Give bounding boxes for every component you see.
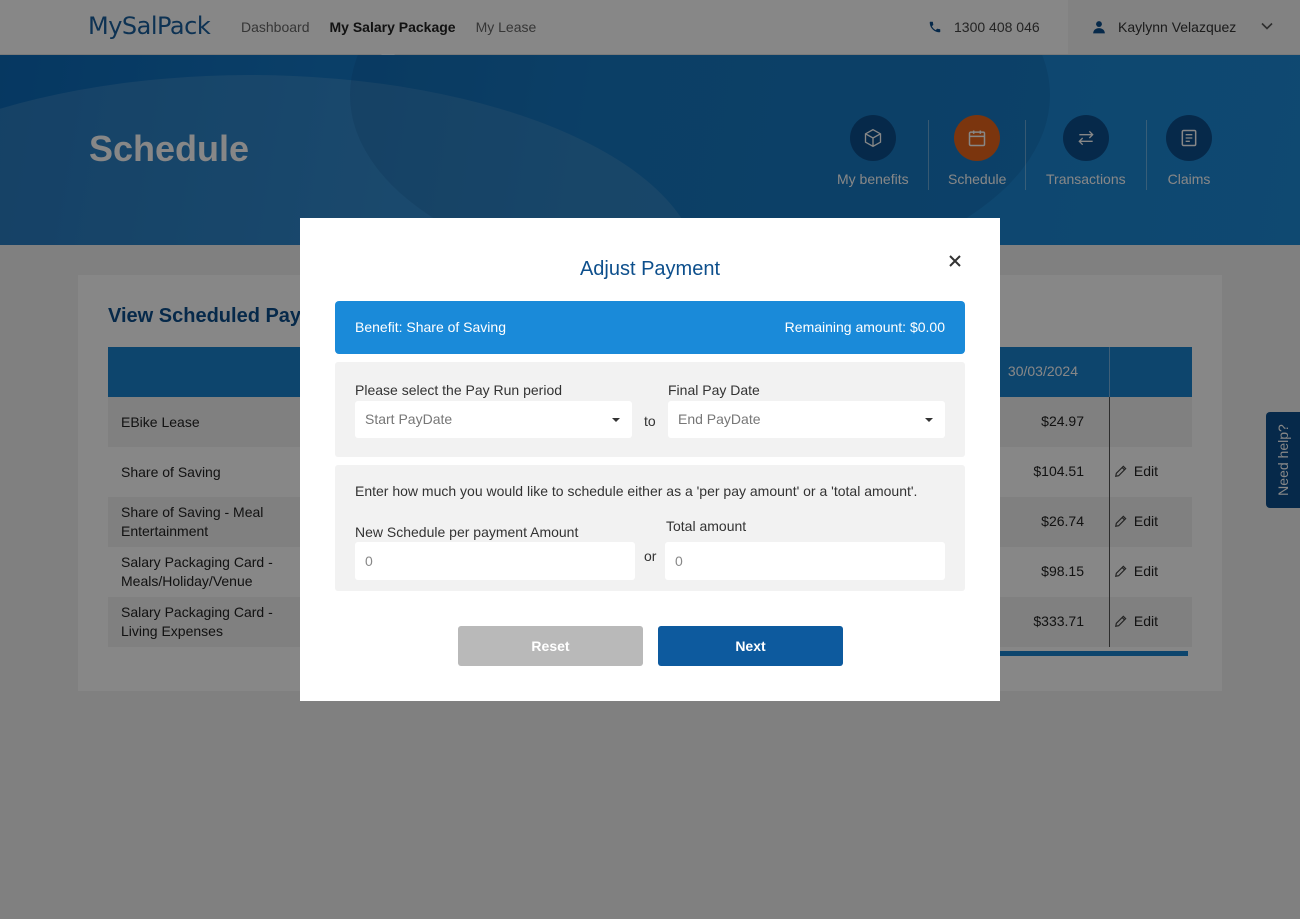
adjust-payment-dialog: Adjust Payment Benefit: Share of Saving … xyxy=(300,218,1000,701)
next-button[interactable]: Next xyxy=(658,626,843,666)
pay-run-label: Please select the Pay Run period xyxy=(355,382,563,398)
end-paydate-select[interactable]: End PayDate xyxy=(668,401,945,438)
instructions-text: Enter how much you would like to schedul… xyxy=(355,483,918,499)
start-paydate-select[interactable]: Start PayDate xyxy=(355,401,632,438)
reset-button[interactable]: Reset xyxy=(458,626,643,666)
per-payment-amount-input[interactable]: 0 xyxy=(355,542,635,580)
per-payment-label: New Schedule per payment Amount xyxy=(355,524,579,540)
amount-section: Enter how much you would like to schedul… xyxy=(335,465,965,591)
dropdown-caret-icon xyxy=(612,418,620,422)
remaining-amount: Remaining amount: $0.00 xyxy=(784,319,945,335)
close-icon[interactable] xyxy=(947,253,963,269)
to-label: to xyxy=(644,413,656,429)
dropdown-caret-icon xyxy=(925,418,933,422)
pay-run-section: Please select the Pay Run period Start P… xyxy=(335,362,965,457)
final-pay-date-label: Final Pay Date xyxy=(668,382,760,398)
total-amount-input[interactable]: 0 xyxy=(665,542,945,580)
benefit-label: Benefit: Share of Saving xyxy=(355,319,506,335)
or-label: or xyxy=(644,548,657,564)
total-amount-label: Total amount xyxy=(666,518,747,534)
benefit-summary-bar: Benefit: Share of Saving Remaining amoun… xyxy=(335,301,965,354)
dialog-title: Adjust Payment xyxy=(579,258,721,280)
